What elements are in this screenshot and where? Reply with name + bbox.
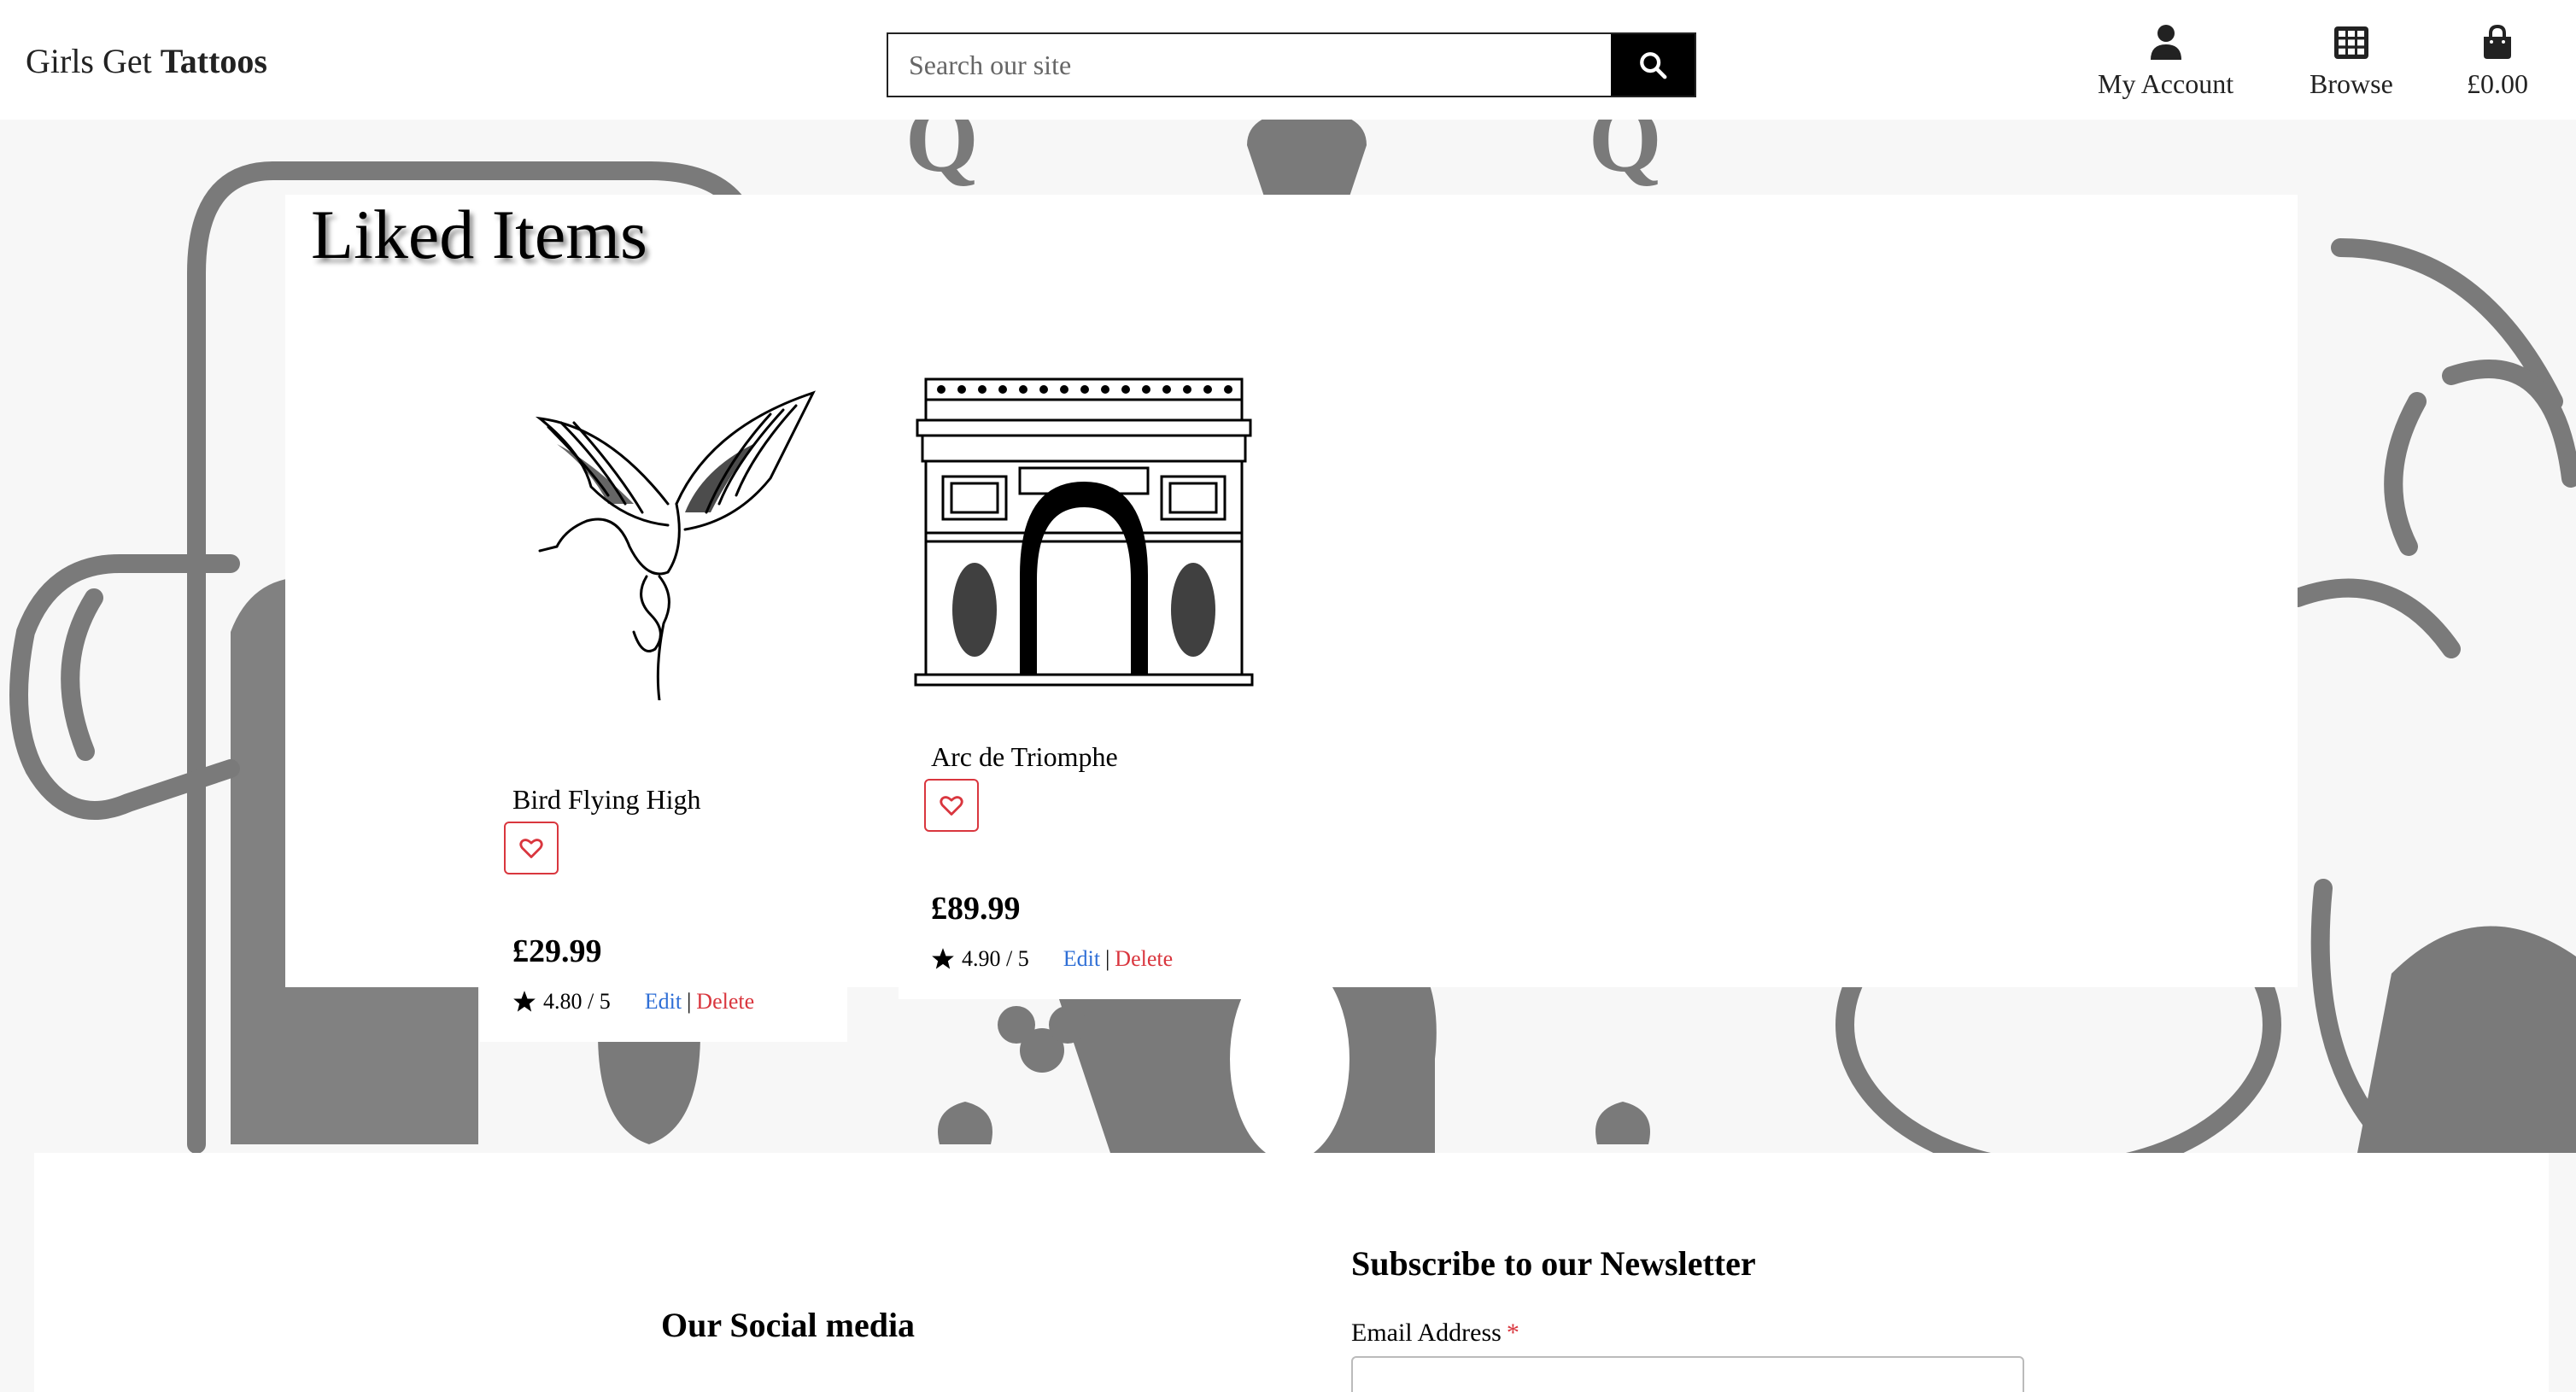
product-name[interactable]: Arc de Triomphe [931,741,1118,773]
like-button[interactable] [504,822,559,874]
search-icon [1640,52,1667,79]
heart-icon [519,839,543,858]
edit-link[interactable]: Edit [645,989,682,1015]
arc-de-triomphe-illustration [914,377,1254,687]
product-rating: 4.90 / 5 [962,946,1029,971]
product-price: £89.99 [931,891,1021,927]
brand-logo[interactable]: Girls Get Tattoos [26,41,267,81]
social-media-heading: Our Social media [661,1306,916,1344]
browse-link[interactable]: Browse [2310,22,2393,100]
cart-total: £0.00 [2467,68,2528,99]
product-name[interactable]: Bird Flying High [512,784,700,816]
like-button[interactable] [924,779,979,832]
newsletter-heading: Subscribe to our Newsletter [1351,1244,1756,1283]
product-image[interactable] [506,376,822,705]
flying-crane-illustration [535,390,816,702]
required-asterisk: * [1506,1319,1519,1347]
product-card[interactable]: Bird Flying High £29.99 4.80 / 5 Edit | … [480,342,847,1042]
email-label: Email Address * [1351,1319,1519,1348]
grid-icon [2333,26,2368,59]
delete-link[interactable]: Delete [1115,946,1173,972]
product-meta: 4.90 / 5 Edit | Delete [931,946,1173,972]
shopping-bag-icon [2484,25,2511,59]
browse-label: Browse [2310,68,2393,99]
my-account-link[interactable]: My Account [2098,22,2234,100]
product-rating: 4.80 / 5 [543,989,611,1014]
svg-text:Q: Q [905,120,979,191]
brand-name-bold: Tattoos [160,42,267,80]
search-bar [887,32,1696,97]
star-icon [932,948,954,969]
product-price: £29.99 [512,933,602,969]
svg-text:Q: Q [1589,120,1662,191]
link-separator: | [687,989,692,1014]
site-header: Girls Get Tattoos My Account [0,0,2576,120]
my-account-label: My Account [2098,68,2234,99]
site-footer [34,1153,2549,1392]
search-button[interactable] [1611,34,1695,96]
brand-name-regular: Girls Get [26,42,161,80]
delete-link[interactable]: Delete [696,989,754,1015]
email-label-text: Email Address [1351,1319,1502,1347]
page-title: Liked Items [311,196,647,273]
search-input[interactable] [888,34,1611,96]
product-meta: 4.80 / 5 Edit | Delete [512,989,754,1015]
link-separator: | [1105,946,1110,971]
product-image[interactable] [910,362,1257,691]
edit-link[interactable]: Edit [1063,946,1100,972]
cart-link[interactable]: £0.00 [2467,22,2528,100]
star-icon [513,991,536,1012]
user-icon [2150,25,2181,60]
email-field[interactable] [1351,1356,2024,1392]
product-card[interactable]: Arc de Triomphe £89.99 4.90 / 5 Edit | D… [899,342,1266,999]
heart-icon [940,796,963,816]
